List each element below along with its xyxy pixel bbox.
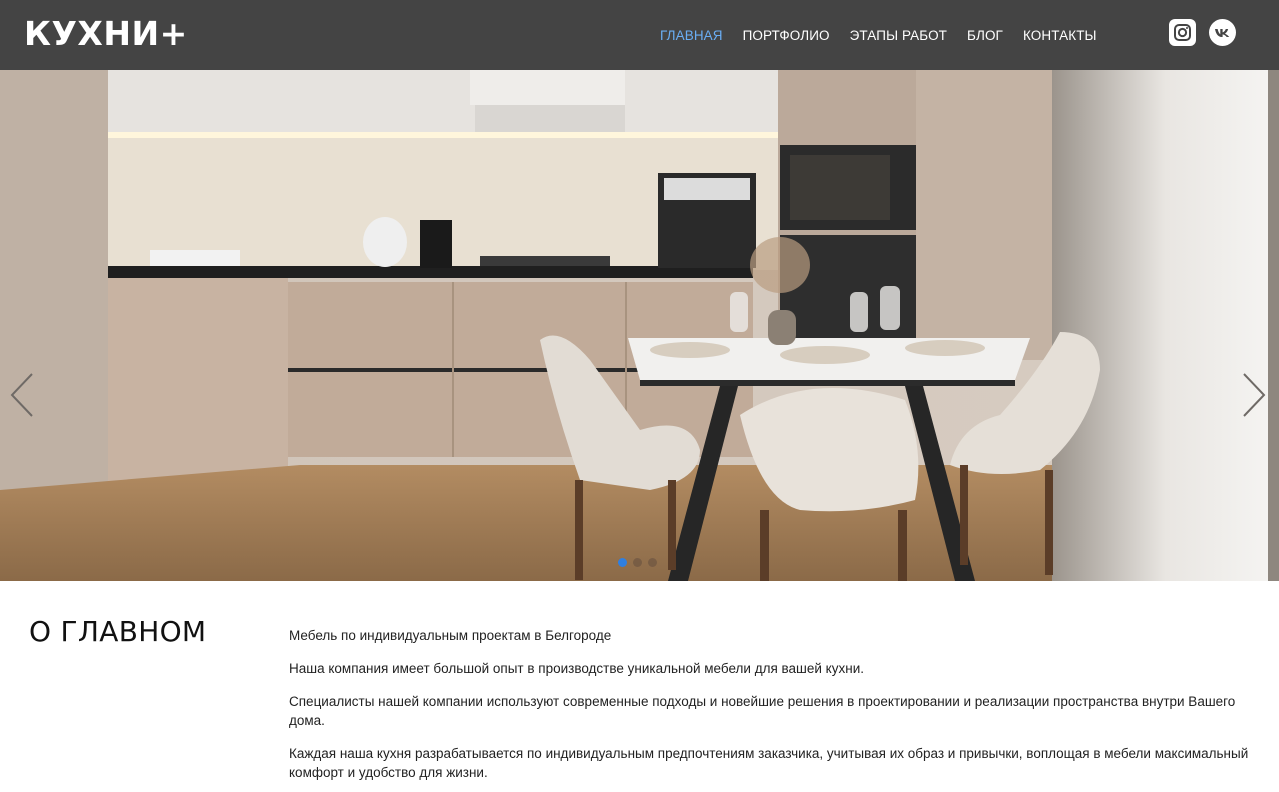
slider-pagination bbox=[618, 558, 663, 567]
instagram-link[interactable] bbox=[1169, 19, 1196, 46]
site-logo[interactable]: КУХНИ+ bbox=[24, 14, 188, 54]
nav-link-home[interactable]: ГЛАВНАЯ bbox=[660, 28, 723, 43]
instagram-icon bbox=[1174, 24, 1191, 41]
nav-link-portfolio[interactable]: ПОРТФОЛИО bbox=[743, 28, 830, 43]
main-nav: ГЛАВНАЯ ПОРТФОЛИО ЭТАПЫ РАБОТ БЛОГ КОНТА… bbox=[660, 0, 1117, 70]
vk-icon bbox=[1215, 29, 1230, 37]
about-paragraph: Каждая наша кухня разрабатывается по инд… bbox=[289, 746, 1249, 780]
nav-link-stages[interactable]: ЭТАПЫ РАБОТ bbox=[850, 28, 947, 43]
about-text: Мебель по индивидуальным проектам в Белг… bbox=[289, 626, 1249, 792]
about-paragraph: Наша компания имеет большой опыт в произ… bbox=[289, 661, 864, 676]
slider-dot-1[interactable] bbox=[618, 558, 627, 567]
slider-dot-2[interactable] bbox=[633, 558, 642, 567]
kitchen-photo bbox=[0, 70, 1279, 581]
about-paragraph: Мебель по индивидуальным проектам в Белг… bbox=[289, 628, 612, 643]
nav-link-blog[interactable]: БЛОГ bbox=[967, 28, 1003, 43]
about-title: О ГЛАВНОМ bbox=[29, 615, 207, 648]
slider-next-button[interactable] bbox=[1240, 370, 1268, 420]
about-paragraph: Специалисты нашей компании используют со… bbox=[289, 694, 1236, 728]
vk-link[interactable] bbox=[1209, 19, 1236, 46]
chevron-right-icon bbox=[1243, 373, 1266, 417]
hero-slider bbox=[0, 70, 1279, 581]
chevron-left-icon bbox=[10, 373, 33, 417]
nav-link-contacts[interactable]: КОНТАКТЫ bbox=[1023, 28, 1097, 43]
slider-dot-3[interactable] bbox=[648, 558, 657, 567]
slider-prev-button[interactable] bbox=[8, 370, 36, 420]
site-header: КУХНИ+ ГЛАВНАЯ ПОРТФОЛИО ЭТАПЫ РАБОТ БЛО… bbox=[0, 0, 1279, 70]
